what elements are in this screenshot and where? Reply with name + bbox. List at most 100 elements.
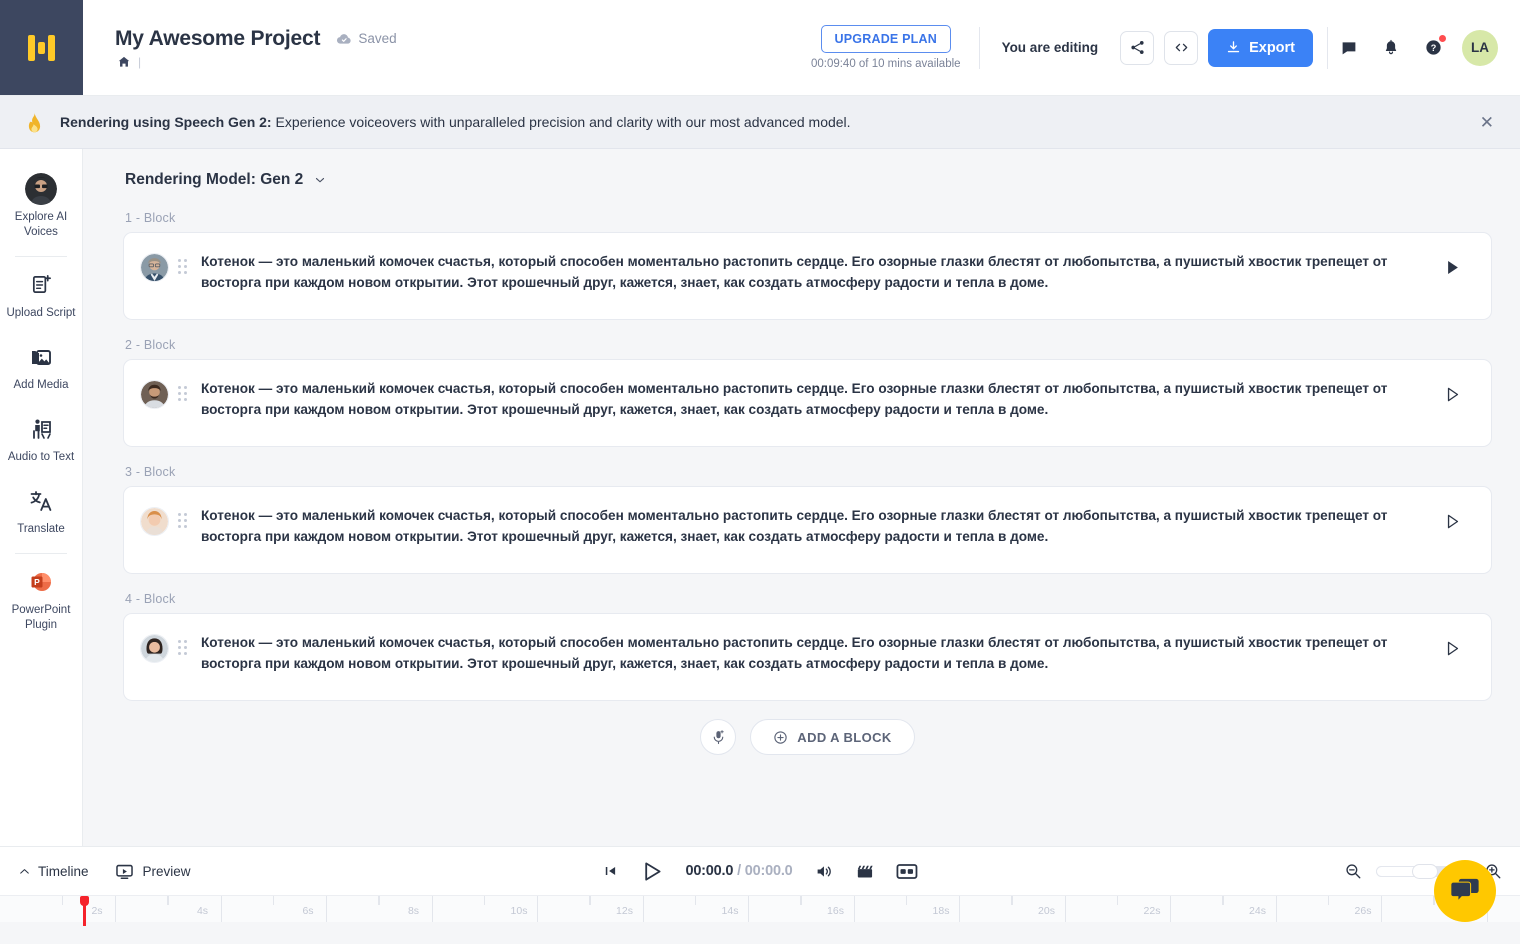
sidebar-item-powerpoint-plugin[interactable]: P PowerPoint Plugin: [0, 558, 83, 645]
editing-status: You are editing: [1001, 40, 1099, 55]
play-block-button[interactable]: [1433, 632, 1473, 657]
ruler-tick: [906, 896, 907, 905]
script-block[interactable]: Котенок — это маленький комочек счастья,…: [123, 613, 1492, 701]
user-avatar[interactable]: LA: [1462, 29, 1498, 66]
upgrade-section: UPGRADE PLAN 00:09:40 of 10 mins availab…: [811, 25, 979, 70]
zoom-slider-knob[interactable]: [1411, 863, 1438, 879]
block-index: 2 -: [125, 338, 141, 352]
zoom-out-button[interactable]: [1344, 862, 1362, 880]
ruler-tick: [1328, 896, 1329, 905]
ruler-tick-label: 8s: [407, 905, 420, 917]
help-button[interactable]: ?: [1416, 31, 1450, 65]
ruler-tick: [326, 896, 327, 922]
timeline-ruler[interactable]: 2s4s6s8s10s12s14s16s18s20s22s24s26s28s: [0, 895, 1520, 944]
export-button[interactable]: Export: [1208, 28, 1313, 67]
script-block[interactable]: Котенок — это маленький комочек счастья,…: [123, 486, 1492, 574]
chevron-down-icon[interactable]: [313, 173, 327, 187]
avatar[interactable]: [140, 380, 169, 409]
logo-bars-icon: [28, 34, 55, 61]
chat-support-button[interactable]: [1434, 860, 1496, 922]
sidebar-item-audio-to-text[interactable]: Audio to Text: [0, 405, 83, 477]
page-title[interactable]: My Awesome Project: [115, 27, 321, 51]
block-index: 1 -: [125, 211, 141, 225]
app-root: My Awesome Project Saved | UPGRADE PLAN …: [0, 0, 1520, 944]
minutes-available-label: 00:09:40 of 10 mins available: [810, 58, 961, 70]
notifications-button[interactable]: [1374, 31, 1408, 65]
home-icon[interactable]: [117, 55, 131, 69]
left-sidebar: Explore AI Voices Upload Script Add Medi…: [0, 149, 83, 846]
murf-logo[interactable]: [0, 0, 83, 95]
playhead[interactable]: [80, 896, 89, 926]
saved-label: Saved: [358, 31, 397, 46]
ruler-tick: [1064, 896, 1066, 922]
skip-to-start-icon: [605, 867, 616, 875]
skip-to-start-button[interactable]: [602, 863, 618, 879]
script-text[interactable]: Котенок — это маленький комочек счастья,…: [195, 632, 1433, 674]
drag-handle[interactable]: [169, 251, 195, 274]
ruler-tick-label: 10s: [510, 905, 528, 917]
saved-status: Saved: [336, 31, 397, 47]
drag-handle[interactable]: [169, 505, 195, 528]
block-group: 1 - Block Котенок — это маленький комоче…: [123, 211, 1492, 320]
ruler-tick: [1381, 896, 1382, 922]
ruler-tick-label: 18s: [932, 905, 950, 917]
sidebar-item-explore-ai-voices[interactable]: Explore AI Voices: [0, 165, 83, 252]
drag-handle[interactable]: [169, 378, 195, 401]
block-word: Block: [143, 465, 176, 479]
sidebar-item-translate[interactable]: Translate: [0, 477, 83, 549]
script-text[interactable]: Котенок — это маленький комочек счастья,…: [195, 505, 1433, 547]
breadcrumb[interactable]: |: [115, 55, 397, 69]
grip-dots-icon: [177, 640, 187, 655]
timeline-toggle[interactable]: Timeline: [18, 864, 89, 879]
share-button[interactable]: [1120, 30, 1155, 65]
avatar[interactable]: [140, 507, 169, 536]
avatar[interactable]: [140, 634, 169, 663]
banner-message: Experience voiceovers with unparalleled …: [271, 114, 851, 130]
ruler-tick-label: 12s: [616, 905, 633, 917]
ruler-tick-label: 4s: [196, 905, 209, 917]
svg-text:?: ?: [1430, 43, 1436, 53]
block-group: 4 - Block Котенок — это маленький комоче…: [123, 592, 1492, 701]
play-block-button[interactable]: [1433, 505, 1473, 530]
translate-icon: [29, 487, 53, 515]
rendering-model-selector[interactable]: Rendering Model: Gen 2: [123, 171, 1492, 189]
clapper-button[interactable]: [856, 862, 875, 881]
ruler-tick: [748, 896, 749, 922]
ruler-tick-label: 22s: [1143, 905, 1161, 917]
script-text[interactable]: Котенок — это маленький комочек счастья,…: [195, 251, 1433, 293]
sidebar-item-upload-script[interactable]: Upload Script: [0, 261, 83, 333]
script-block[interactable]: Котенок — это маленький комочек счастья,…: [123, 359, 1492, 447]
ruler-tick: [853, 896, 855, 922]
current-time: 00:00.0: [685, 863, 734, 879]
play-button[interactable]: [640, 860, 663, 883]
preview-button[interactable]: Preview: [115, 862, 191, 881]
block-index: 3 -: [125, 465, 141, 479]
export-label: Export: [1249, 39, 1295, 56]
ruler-tick: [1011, 896, 1013, 905]
embed-code-button[interactable]: [1164, 30, 1199, 65]
captions-button[interactable]: [896, 863, 918, 880]
sidebar-divider: [15, 552, 67, 554]
ruler-tick: [484, 896, 485, 905]
upgrade-plan-button[interactable]: UPGRADE PLAN: [820, 25, 951, 53]
play-block-button[interactable]: [1433, 378, 1473, 403]
script-block[interactable]: Котенок — это маленький комочек счастья,…: [123, 232, 1492, 320]
title-row: My Awesome Project Saved: [115, 27, 397, 51]
volume-button[interactable]: [815, 862, 834, 881]
comment-button[interactable]: [1332, 31, 1366, 65]
add-block-button[interactable]: ADD A BLOCK: [750, 719, 915, 755]
time-display: 00:00.0 / 00:00.0: [685, 863, 792, 879]
ruler-tick: [220, 896, 222, 922]
bell-icon: [1385, 39, 1397, 54]
close-icon[interactable]: ✕: [1474, 108, 1500, 137]
script-text[interactable]: Котенок — это маленький комочек счастья,…: [195, 378, 1433, 420]
drag-handle[interactable]: [169, 632, 195, 655]
avatar[interactable]: [140, 253, 169, 282]
mic-add-icon: [713, 729, 724, 744]
play-icon: [1448, 261, 1458, 274]
play-block-button[interactable]: [1433, 251, 1473, 276]
record-voice-button[interactable]: [700, 719, 737, 755]
preview-label: Preview: [142, 863, 191, 879]
play-icon: [1447, 387, 1459, 402]
sidebar-item-add-media[interactable]: Add Media: [0, 333, 83, 405]
